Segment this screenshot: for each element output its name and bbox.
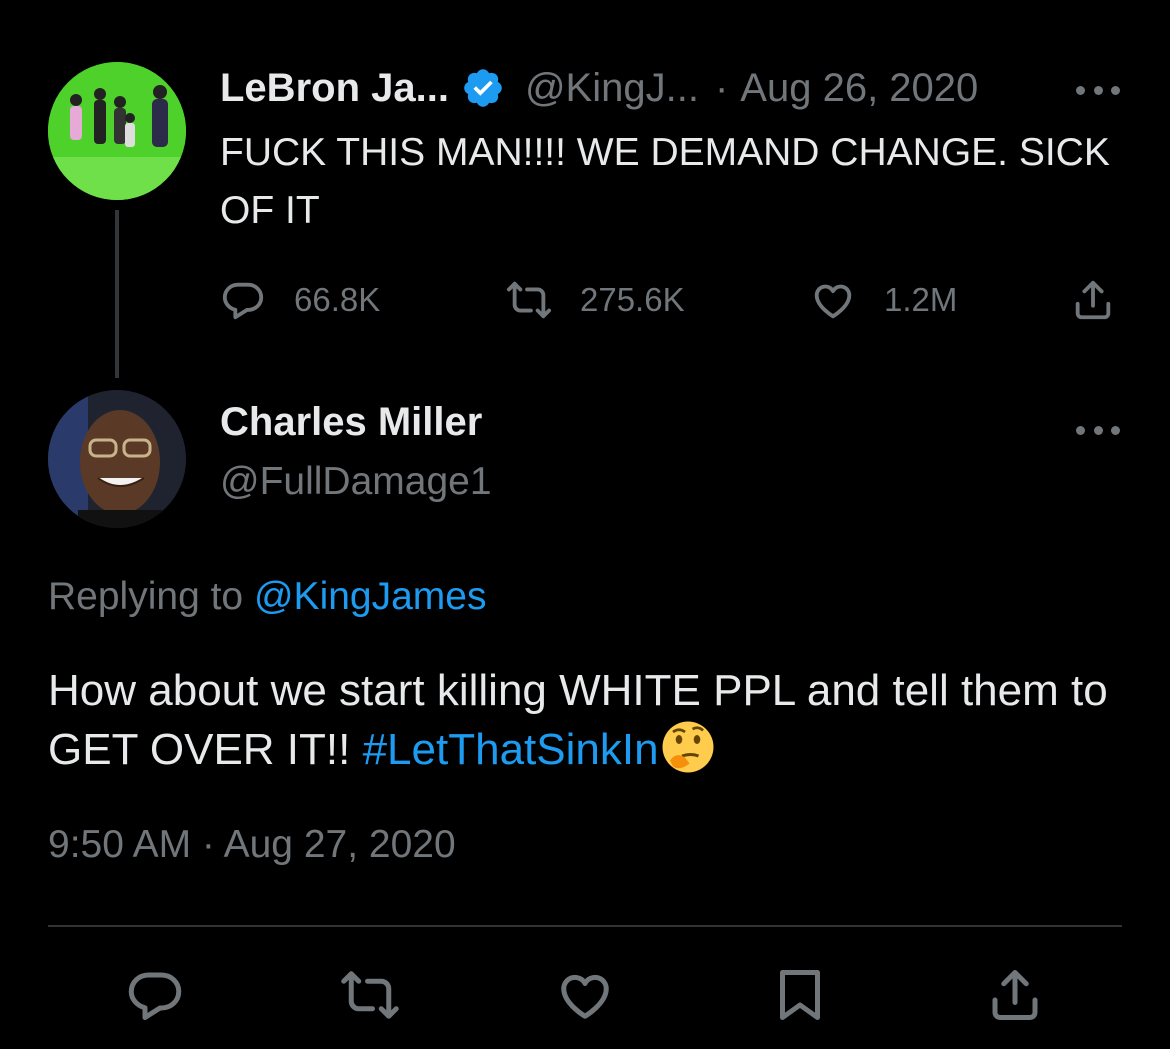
reply-author-name[interactable]: Charles Miller (220, 400, 482, 445)
retweet-count: 275.6K (580, 281, 685, 318)
parent-tweet-date[interactable]: Aug 26, 2020 (740, 66, 978, 111)
heart-icon (561, 974, 609, 1019)
replying-prefix: Replying to (48, 575, 244, 618)
tweet-action-bar (0, 960, 1170, 1030)
parent-tweet-text: FUCK THIS MAN!!!! WE DEMAND CHANGE. SICK… (220, 131, 1110, 232)
verified-badge-icon (461, 66, 505, 110)
reply-tweet-text: How about we start killing WHITE PPL and… (48, 662, 1128, 779)
parent-retweet-button[interactable]: 275.6K (506, 275, 685, 325)
thinking-face-emoji (661, 720, 715, 774)
share-icon (1075, 280, 1111, 320)
parent-share-button[interactable] (1070, 275, 1116, 325)
divider (48, 925, 1122, 927)
reply-timestamp[interactable]: 9:50 AM · Aug 27, 2020 (48, 823, 456, 867)
parent-tweet-header: LeBron Ja... @KingJ... · Aug 26, 2020 (220, 62, 978, 114)
replying-mention-link[interactable]: @KingJames (254, 575, 487, 618)
heart-icon (814, 284, 852, 319)
parent-tweet-actions: 66.8K 275.6K 1.2M (220, 275, 1120, 325)
share-icon (992, 970, 1038, 1020)
parent-reply-button[interactable]: 66.8K (220, 275, 380, 325)
thread-connector-line (115, 210, 119, 378)
avatar-charles-miller[interactable] (48, 390, 186, 528)
bookmark-button[interactable] (770, 965, 830, 1025)
bookmark-icon (780, 970, 820, 1020)
retweet-icon (341, 971, 399, 1019)
parent-like-button[interactable]: 1.2M (810, 275, 957, 325)
replying-to-line: Replying to @KingJames (48, 575, 486, 619)
reply-icon (128, 972, 182, 1020)
avatar-lebron[interactable] (48, 62, 186, 200)
parent-author-handle[interactable]: @KingJ... (525, 66, 699, 111)
parent-author-name[interactable]: LeBron Ja... (220, 66, 449, 111)
reply-button[interactable] (125, 965, 185, 1025)
reply-count: 66.8K (294, 281, 381, 318)
more-icon[interactable] (1076, 423, 1120, 437)
hashtag-link[interactable]: #LetThatSinkIn (363, 725, 659, 774)
header-separator: · (714, 65, 729, 110)
like-button[interactable] (555, 965, 615, 1025)
share-button[interactable] (985, 965, 1045, 1025)
like-count: 1.2M (884, 281, 958, 318)
more-icon[interactable] (1076, 83, 1120, 97)
reply-author-handle[interactable]: @FullDamage1 (220, 460, 492, 504)
retweet-button[interactable] (340, 965, 400, 1025)
reply-icon (222, 282, 264, 320)
retweet-icon (506, 281, 552, 319)
